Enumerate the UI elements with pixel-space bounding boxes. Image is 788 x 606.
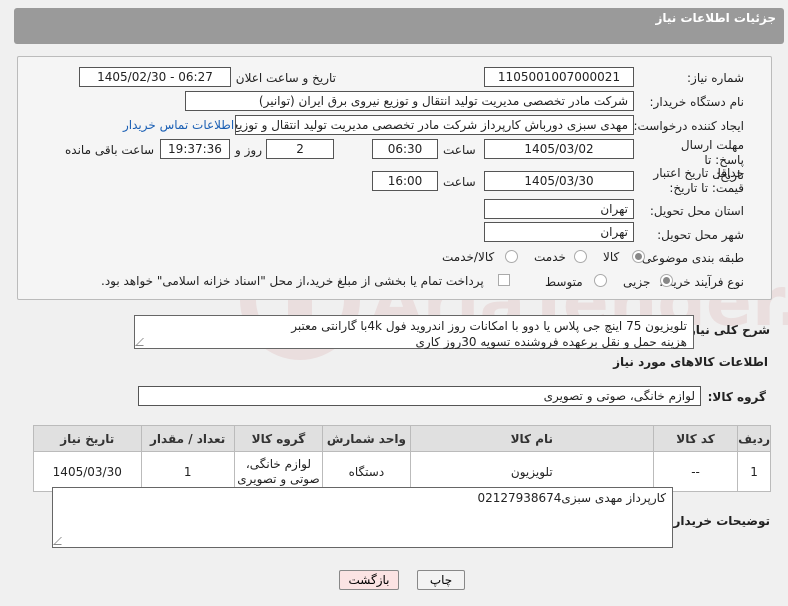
- col-row-header: ردیف: [737, 425, 771, 452]
- category-radio-service[interactable]: [574, 250, 587, 263]
- buyer-notes-text: کارپرداز مهدی سبزی02127938674: [477, 491, 666, 505]
- process-radio-medium[interactable]: [594, 274, 607, 287]
- cell-code: --: [652, 451, 739, 492]
- deadline-time-field: 06:30: [372, 139, 438, 159]
- description-line-2: هزینه حمل و نقل برعهده فروشنده تسویه 30ر…: [415, 335, 688, 349]
- requester-label: ایجاد کننده درخواست:: [633, 119, 744, 133]
- col-code-header: کد کالا: [652, 425, 739, 452]
- goods-group-field: لوازم خانگی، صوتی و تصویری: [138, 386, 701, 406]
- treasury-payment-note: پرداخت تمام یا بخشی از مبلغ خرید،از محل …: [101, 274, 484, 288]
- goods-info-title: اطلاعات کالاهای مورد نیاز: [613, 355, 768, 369]
- category-radio-goods[interactable]: [632, 250, 645, 263]
- province-field: تهران: [484, 199, 634, 219]
- cell-name: تلویزیون: [409, 451, 654, 492]
- goods-group-label: گروه کالا:: [707, 390, 766, 404]
- page-title: جزئیات اطلاعات نیاز: [655, 11, 776, 25]
- table-row: 1 -- تلویزیون دستگاه لوازم خانگی، صوتی و…: [33, 451, 771, 492]
- days-field: 2: [266, 139, 334, 159]
- category-label: طبقه بندی موضوعی:: [637, 251, 744, 265]
- table-header-row: ردیف کد کالا نام کالا واحد شمارش گروه کا…: [33, 425, 771, 452]
- col-unit-header: واحد شمارش: [322, 425, 411, 452]
- validity-label: حداقل تاریخ اعتبار قیمت: تا تاریخ:: [653, 166, 744, 195]
- cell-group: لوازم خانگی، صوتی و تصویری: [233, 451, 324, 492]
- description-label: شرح کلی نیاز:: [684, 323, 770, 337]
- process-option-minor: جزیی: [623, 275, 651, 289]
- category-radio-both[interactable]: [505, 250, 518, 263]
- buyer-notes-textarea[interactable]: کارپرداز مهدی سبزی02127938674: [52, 487, 673, 548]
- remaining-time-field: 19:37:36: [160, 139, 230, 159]
- buyer-org-field: شرکت مادر تخصصی مدیریت تولید انتقال و تو…: [185, 91, 634, 111]
- col-qty-header: تعداد / مقدار: [140, 425, 235, 452]
- cell-unit: دستگاه: [322, 451, 411, 492]
- validity-date-field: 1405/03/30: [484, 171, 634, 191]
- category-option-both: کالا/خدمت: [442, 250, 495, 264]
- process-option-medium: متوسط: [545, 275, 583, 289]
- col-name-header: نام کالا: [409, 425, 654, 452]
- deadline-time-label: ساعت: [443, 143, 476, 157]
- remaining-label: ساعت باقی مانده: [65, 143, 155, 157]
- print-button[interactable]: چاپ: [417, 570, 465, 590]
- treasury-payment-checkbox[interactable]: [498, 274, 510, 286]
- back-button[interactable]: بازگشت: [339, 570, 399, 590]
- validity-time-field: 16:00: [372, 171, 438, 191]
- cell-qty: 1: [140, 451, 235, 492]
- validity-time-label: ساعت: [443, 175, 476, 189]
- cell-date: 1405/03/30: [33, 451, 142, 492]
- description-textarea[interactable]: تلویزیون 75 اینچ جی پلاس یا دوو با امکان…: [134, 315, 694, 349]
- buyer-contact-link[interactable]: اطلاعات تماس خریدار: [123, 118, 234, 132]
- buyer-notes-label: توضیحات خریدار:: [668, 514, 770, 528]
- province-label: استان محل تحویل:: [649, 204, 744, 218]
- description-line-1: تلویزیون 75 اینچ جی پلاس یا دوو با امکان…: [291, 319, 687, 333]
- buyer-org-label: نام دستگاه خریدار:: [649, 95, 745, 109]
- need-number-label: شماره نیاز:: [687, 71, 744, 85]
- need-number-field: 1105001007000021: [484, 67, 634, 87]
- category-option-service: خدمت: [534, 250, 566, 264]
- city-field: تهران: [484, 222, 634, 242]
- deadline-date-field: 1405/03/02: [484, 139, 634, 159]
- col-group-header: گروه کالا: [233, 425, 324, 452]
- announce-field: 1405/02/30 - 06:27: [79, 67, 231, 87]
- cell-row: 1: [737, 451, 771, 492]
- city-label: شهر محل تحویل:: [657, 228, 744, 242]
- col-date-header: تاریخ نیاز: [33, 425, 142, 452]
- process-radio-minor[interactable]: [660, 274, 673, 287]
- goods-table: ردیف کد کالا نام کالا واحد شمارش گروه کا…: [33, 425, 771, 492]
- days-label: روز و: [235, 143, 262, 157]
- requester-field: مهدی سبزی دورباش کارپرداز شرکت مادر تخصص…: [235, 115, 634, 135]
- category-option-goods: کالا: [603, 250, 620, 264]
- announce-value: 1405/02/30 - 06:27: [97, 70, 213, 84]
